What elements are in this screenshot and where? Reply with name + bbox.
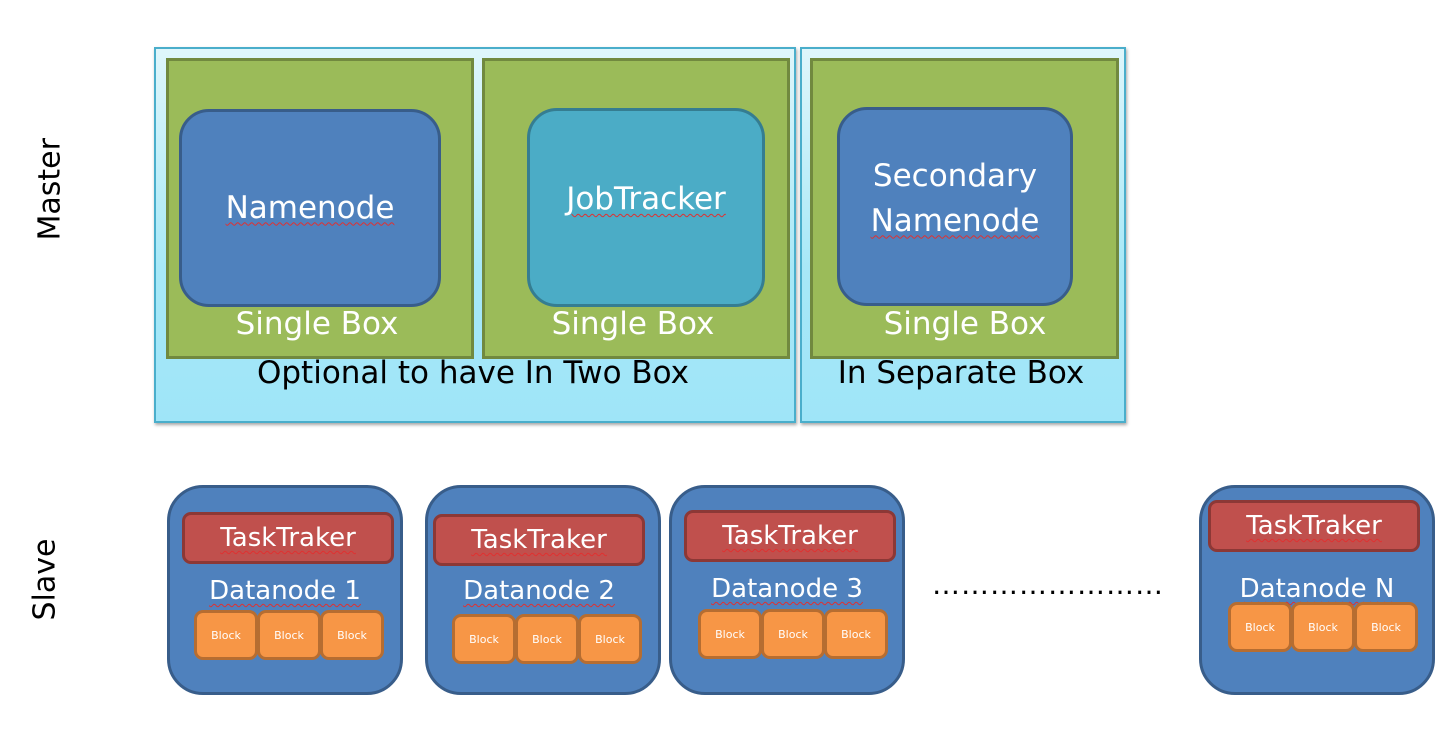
block: Block: [1354, 602, 1418, 652]
datanode-n-blocks: Block Block Block: [1228, 602, 1418, 652]
block: Block: [578, 614, 642, 664]
tasktracker-3-label: TaskTraker: [722, 521, 858, 551]
block: Block: [452, 614, 516, 664]
datanode-1-label: Datanode 1: [209, 576, 361, 606]
more-nodes-ellipsis: ……………………: [932, 568, 1164, 601]
slave-label: Slave: [27, 538, 63, 621]
tasktracker-1: TaskTraker: [182, 512, 394, 564]
block: Block: [515, 614, 579, 664]
tasktracker-3: TaskTraker: [684, 510, 896, 562]
two-box-group-caption: Optional to have In Two Box: [256, 355, 690, 391]
block: Block: [194, 610, 258, 660]
tasktracker-n-label: TaskTraker: [1246, 511, 1382, 541]
block: Block: [257, 610, 321, 660]
jobtracker-node: JobTracker: [527, 108, 765, 307]
jobtracker-label: JobTracker: [566, 181, 726, 218]
separate-box-group-caption: In Separate Box: [837, 355, 1085, 391]
datanode-n-label: Datanode N: [1239, 574, 1395, 604]
slave-node-3: TaskTraker Datanode 3 Block Block Block: [669, 485, 905, 695]
namenode-box-caption: Single Box: [235, 306, 399, 342]
namenode-node: Namenode: [179, 109, 441, 307]
tasktracker-2-label: TaskTraker: [471, 525, 607, 555]
master-label: Master: [32, 138, 68, 241]
block: Block: [320, 610, 384, 660]
secondary-namenode-label-line2: Namenode: [870, 202, 1040, 239]
secondary-namenode-label-line1: Secondary: [872, 157, 1038, 194]
datanode-3-label: Datanode 3: [711, 574, 863, 604]
slave-node-1: TaskTraker Datanode 1 Block Block Block: [167, 485, 403, 695]
slave-node-n: TaskTraker Datanode N Block Block Block: [1199, 485, 1435, 695]
tasktracker-2: TaskTraker: [433, 514, 645, 566]
secondary-namenode-node: Secondary Namenode: [837, 107, 1073, 306]
datanode-1-blocks: Block Block Block: [194, 610, 384, 660]
datanode-2-blocks: Block Block Block: [452, 614, 642, 664]
datanode-3-blocks: Block Block Block: [698, 609, 888, 659]
block: Block: [761, 609, 825, 659]
datanode-2-label: Datanode 2: [463, 576, 615, 606]
slave-node-2: TaskTraker Datanode 2 Block Block Block: [425, 485, 661, 695]
block: Block: [1228, 602, 1292, 652]
block: Block: [1291, 602, 1355, 652]
jobtracker-box-caption: Single Box: [551, 306, 715, 342]
block: Block: [698, 609, 762, 659]
tasktracker-1-label: TaskTraker: [220, 523, 356, 553]
block: Block: [824, 609, 888, 659]
namenode-label: Namenode: [225, 189, 395, 226]
tasktracker-n: TaskTraker: [1208, 500, 1420, 552]
secondary-namenode-box-caption: Single Box: [883, 306, 1047, 342]
